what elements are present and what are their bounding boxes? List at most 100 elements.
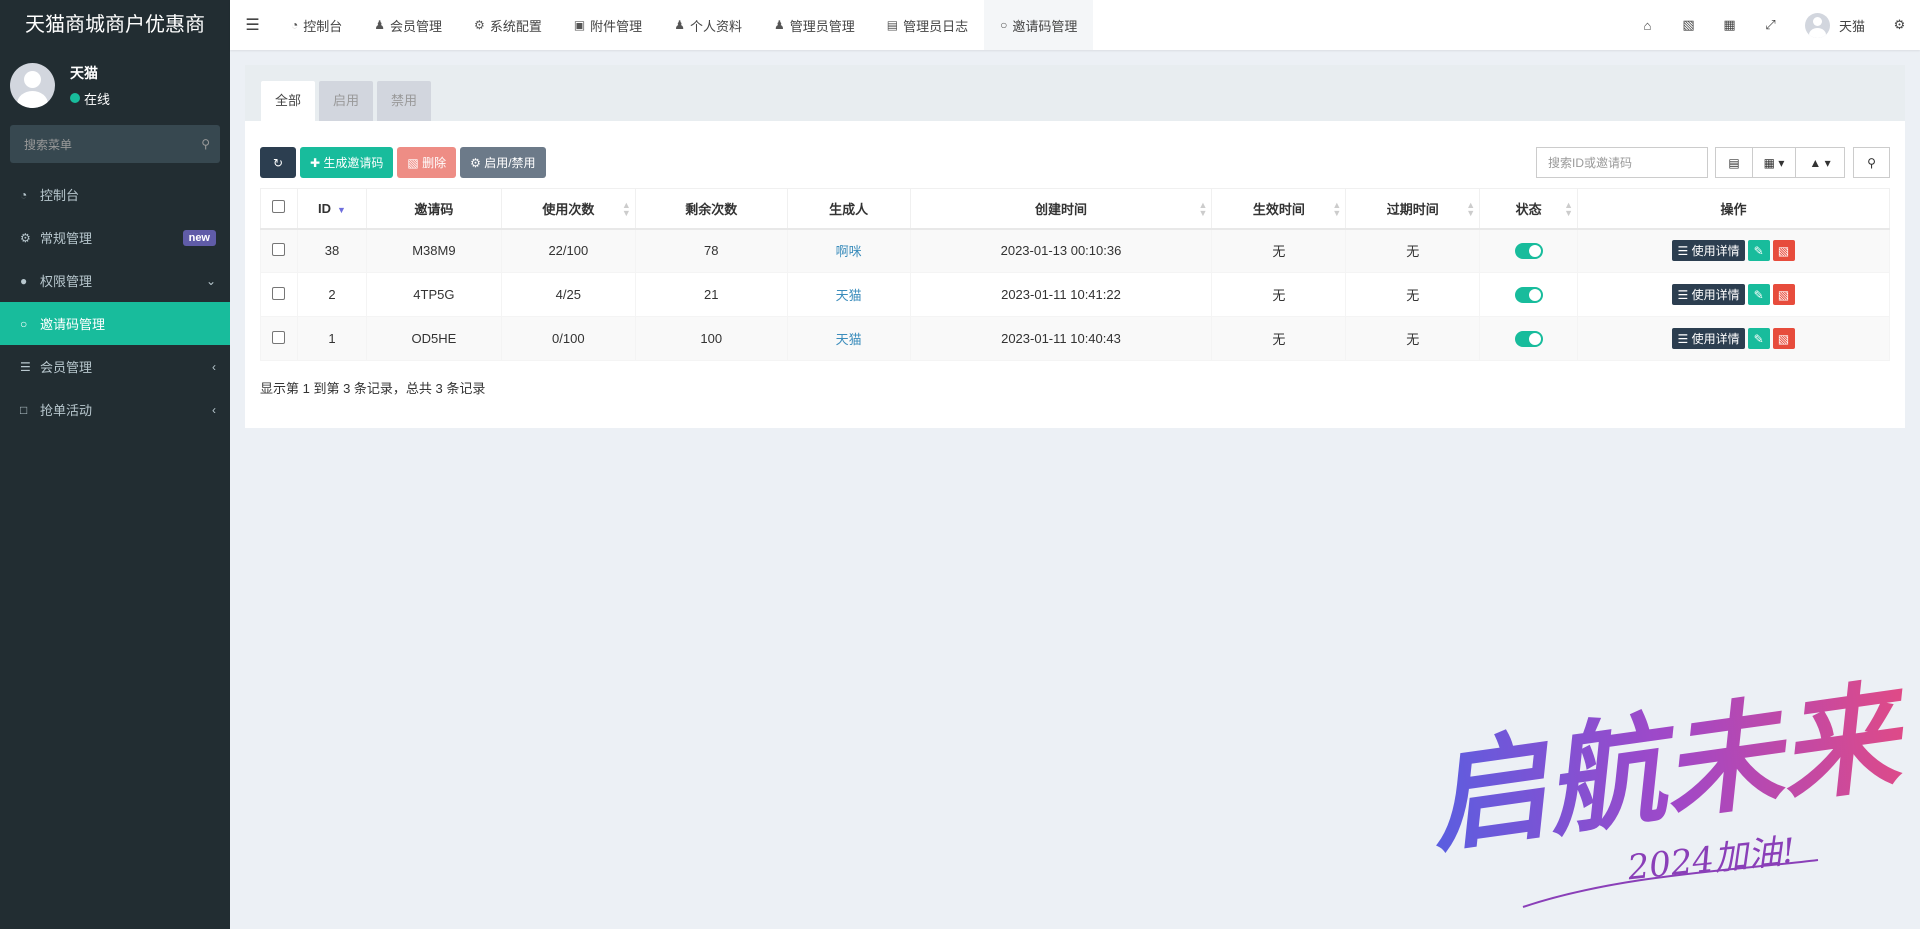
list-icon: ☰ <box>1677 331 1692 346</box>
advanced-search-button[interactable]: ⚲ <box>1853 147 1890 178</box>
sidebar-item-grab-orders[interactable]: □ 抢单活动 ‹ <box>0 388 230 431</box>
menu-toggle-icon[interactable]: ☰ <box>230 15 275 35</box>
search-icon: ⚲ <box>1867 155 1876 170</box>
search-input[interactable]: 搜索ID或邀请码 <box>1536 147 1708 178</box>
status-toggle[interactable] <box>1514 243 1543 260</box>
status-toggle[interactable] <box>1514 286 1543 303</box>
creator-link[interactable]: 天猫 <box>836 332 862 347</box>
col-remaining: 剩余次数 <box>634 188 788 230</box>
sidebar-item-permissions[interactable]: ● 权限管理 ⌄ <box>0 259 230 302</box>
image-icon: ▣ <box>573 18 586 32</box>
sidebar-item-label: 抢单活动 <box>40 403 93 418</box>
user-icon: ♟ <box>674 18 685 32</box>
user-status: 在线 <box>84 91 111 107</box>
delete-row-button[interactable]: ▧ <box>1772 328 1795 349</box>
edit-button[interactable]: ✎ <box>1747 284 1770 305</box>
cell-effective: 无 <box>1211 272 1347 317</box>
tab-disabled[interactable]: 禁用 <box>377 81 432 121</box>
refresh-button[interactable]: ↻ <box>260 147 296 178</box>
col-status[interactable]: 状态 ▲ ▼ <box>1479 188 1579 230</box>
detail-button[interactable]: ☰ 使用详情 <box>1672 284 1745 305</box>
edit-button[interactable]: ✎ <box>1747 240 1770 262</box>
tab-admin-log[interactable]: ▤ 管理员日志 <box>871 0 984 50</box>
edit-button[interactable]: ✎ <box>1747 328 1770 349</box>
fullscreen-icon[interactable]: ⤢ <box>1750 17 1791 33</box>
row-checkbox[interactable] <box>272 242 286 256</box>
tab-members[interactable]: ♟ 会员管理 <box>358 0 458 50</box>
search-placeholder: 搜索菜单 <box>24 137 73 152</box>
tab-admins[interactable]: ♟ 管理员管理 <box>758 0 871 50</box>
dashboard-icon: ◔ <box>291 18 299 32</box>
header-user-menu[interactable]: 天猫 <box>1791 12 1879 38</box>
cell-remaining: 78 <box>634 228 788 273</box>
table-view-button[interactable]: ▤ <box>1715 147 1753 178</box>
delete-row-button[interactable]: ▧ <box>1772 240 1795 262</box>
delete-button[interactable]: ▧ 删除 <box>397 147 457 178</box>
cell-expire: 无 <box>1345 228 1481 273</box>
table-row: 38 M38M9 22/100 78 啊咪 2023-01-13 00:10:3… <box>260 228 1890 273</box>
col-id[interactable]: ID ▼ <box>296 188 367 230</box>
generate-code-button[interactable]: ✚ 生成邀请码 <box>300 147 394 178</box>
column-label: 剩余次数 <box>685 201 738 217</box>
detail-button[interactable]: ☰ 使用详情 <box>1672 328 1745 349</box>
columns-button[interactable]: ▦ ▾ <box>1752 147 1796 178</box>
language-icon[interactable]: ▦ <box>1709 17 1750 33</box>
row-checkbox[interactable] <box>272 286 286 300</box>
search-icon[interactable]: ⚲ <box>201 137 210 151</box>
sidebar-item-general[interactable]: ⚙ 常规管理 new <box>0 216 230 259</box>
main-panel: 全部 启用 禁用 ↻ ✚ 生成邀请码 ▧ 删除 ⚙ 启用/禁用 搜索ID或邀请码… <box>245 65 1905 428</box>
table-header: ID ▼ 邀请码 使用次数 ▲ ▼ 剩余次数 生成人 创建时间 ▲ ▼ 生效时间 ▲ ▼ 过期… <box>260 188 1890 230</box>
cell-code: 4TP5G <box>365 272 502 317</box>
tab-enabled[interactable]: 启用 <box>319 81 374 121</box>
sidebar-item-label: 邀请码管理 <box>40 317 106 332</box>
app-logo[interactable]: 天猫商城商户优惠商 <box>0 0 230 50</box>
trash-icon: ▧ <box>1777 331 1790 346</box>
tab-label: 管理员日志 <box>903 18 969 34</box>
list-icon: ☰ <box>1677 243 1692 258</box>
trash-icon[interactable]: ▧ <box>1668 17 1709 33</box>
grid-icon: ▦ ▾ <box>1763 155 1785 170</box>
delete-row-button[interactable]: ▧ <box>1772 284 1795 305</box>
tab-attachments[interactable]: ▣ 附件管理 <box>558 0 658 50</box>
sidebar-item-dashboard[interactable]: ◔ 控制台 <box>0 173 230 216</box>
toggle-status-button[interactable]: ⚙ 启用/禁用 <box>460 147 546 178</box>
tab-label: 管理员管理 <box>789 18 855 34</box>
tab-system-config[interactable]: ⚙ 系统配置 <box>458 0 558 50</box>
trash-icon: ▧ <box>1777 287 1790 302</box>
table-row: 2 4TP5G 4/25 21 天猫 2023-01-11 10:41:22 无… <box>260 272 1890 317</box>
circle-icon: ○ <box>20 316 28 331</box>
button-label: 生成邀请码 <box>323 156 384 170</box>
sidebar-item-members[interactable]: ☰ 会员管理 ‹ <box>0 345 230 388</box>
select-all-checkbox[interactable] <box>272 200 286 214</box>
tab-label: 控制台 <box>303 18 343 34</box>
col-used[interactable]: 使用次数 ▲ ▼ <box>500 188 636 230</box>
cell-id: 38 <box>296 228 367 273</box>
trash-icon: ▧ <box>1777 243 1790 258</box>
table-icon: ▤ <box>1728 155 1740 170</box>
creator-link[interactable]: 天猫 <box>836 288 862 303</box>
tab-dashboard[interactable]: ◔ 控制台 <box>275 0 358 50</box>
sidebar-item-label: 权限管理 <box>40 274 93 289</box>
sidebar-search-input[interactable]: 搜索菜单 ⚲ <box>10 125 220 163</box>
home-icon[interactable]: ⌂ <box>1627 18 1668 33</box>
row-checkbox[interactable] <box>272 330 286 344</box>
circle-icon: ○ <box>1000 18 1008 32</box>
col-expire[interactable]: 过期时间 ▲ ▼ <box>1345 188 1481 230</box>
creator-link[interactable]: 啊咪 <box>836 244 862 259</box>
export-icon: ▲ ▾ <box>1809 155 1831 170</box>
export-button[interactable]: ▲ ▾ <box>1795 147 1845 178</box>
tab-invite-codes[interactable]: ○ 邀请码管理 <box>984 0 1094 50</box>
status-toggle[interactable] <box>1514 330 1543 347</box>
tab-profile[interactable]: ♟ 个人资料 <box>658 0 758 50</box>
col-created[interactable]: 创建时间 ▲ ▼ <box>909 188 1213 230</box>
column-label: 使用次数 <box>542 201 595 217</box>
top-navbar: ☰ ◔ 控制台 ♟ 会员管理 ⚙ 系统配置 ▣ 附件管理 ♟ 个人资料 ♟ 管理员管理 ▤ 管… <box>230 0 1920 50</box>
settings-icon[interactable]: ⚙ <box>1879 17 1920 33</box>
gear-icon: ⚙ <box>470 155 485 170</box>
col-effective[interactable]: 生效时间 ▲ ▼ <box>1211 188 1347 230</box>
column-label: 操作 <box>1720 201 1747 217</box>
sidebar-item-invite-codes[interactable]: ○ 邀请码管理 <box>0 302 230 345</box>
tab-all[interactable]: 全部 <box>261 81 316 121</box>
detail-button[interactable]: ☰ 使用详情 <box>1672 240 1745 262</box>
toolbar-right: 搜索ID或邀请码 ▤ ▦ ▾ ▲ ▾ ⚲ <box>1536 147 1890 178</box>
